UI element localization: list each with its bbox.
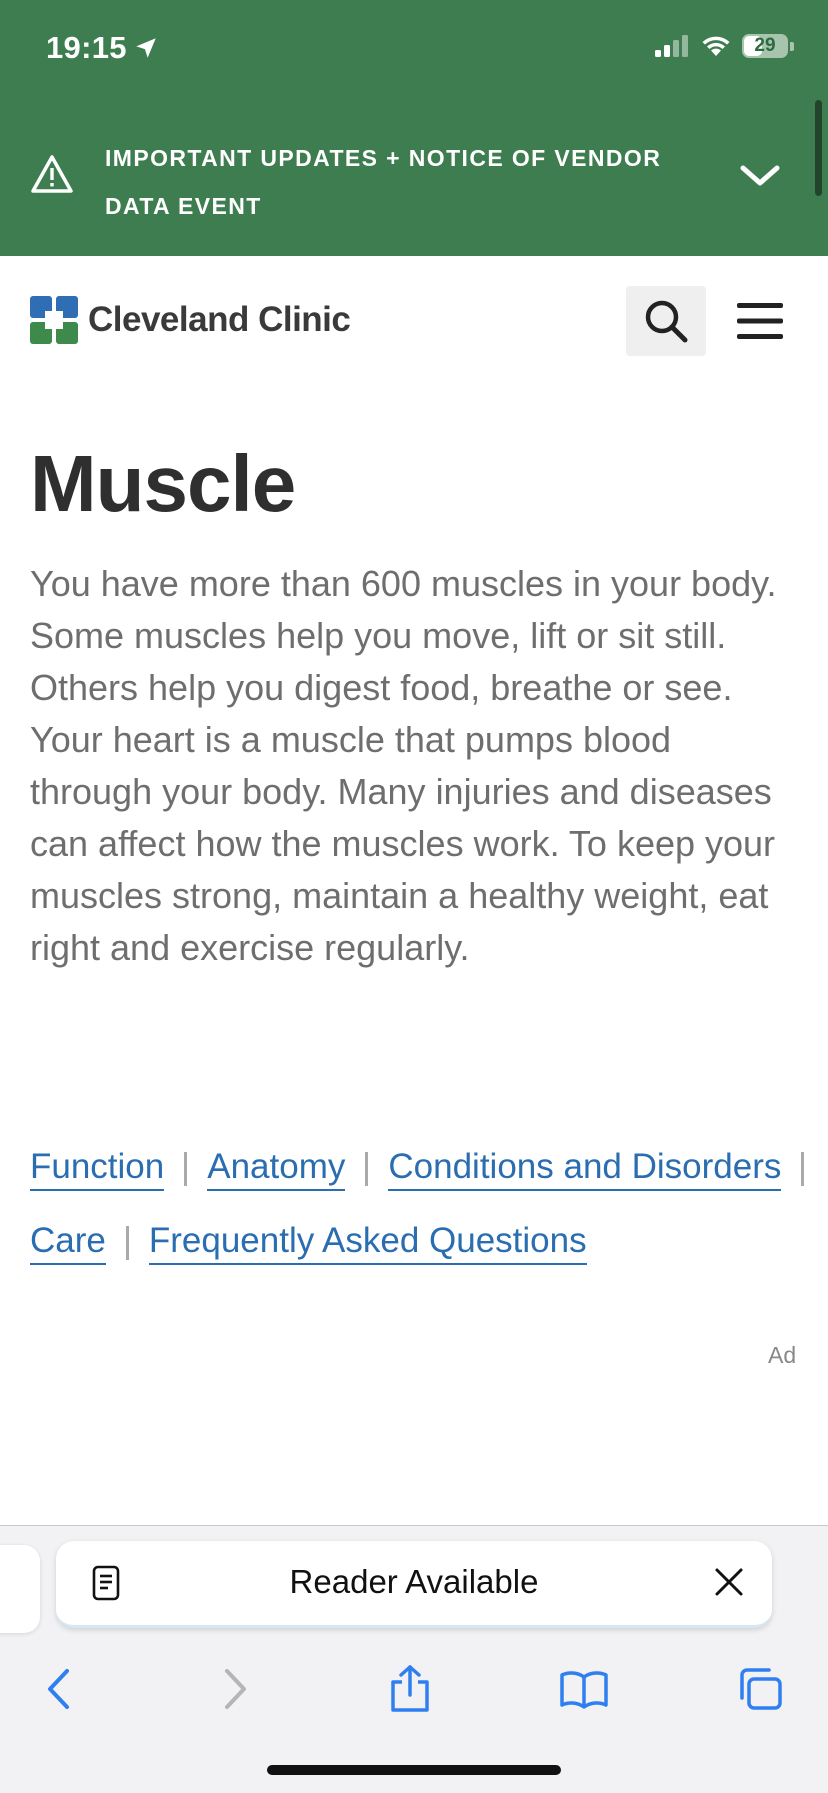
ad-label: Ad	[768, 1342, 797, 1368]
hamburger-menu-icon	[737, 303, 783, 339]
status-time-text: 19:15	[46, 30, 127, 65]
site-header: Cleveland Clinic	[0, 256, 828, 366]
site-logo[interactable]: Cleveland Clinic	[30, 296, 351, 344]
battery-icon: 29	[742, 34, 788, 58]
scroll-indicator	[815, 100, 822, 196]
toc-row: Function Anatomy Conditions and Disorder…	[30, 1132, 828, 1206]
home-indicator	[267, 1765, 561, 1775]
toc-separator	[801, 1152, 805, 1186]
reader-available-label: Reader Available	[289, 1563, 539, 1600]
bookmarks-button[interactable]	[554, 1654, 614, 1724]
notice-text: IMPORTANT UPDATES + NOTICE OF VENDOR DAT…	[105, 145, 662, 219]
location-arrow-icon	[136, 38, 156, 58]
toc-separator	[125, 1226, 129, 1260]
signal-icon	[655, 35, 688, 57]
article-section-nav: Function Anatomy Conditions and Disorder…	[30, 1132, 828, 1280]
wifi-icon	[702, 36, 730, 56]
chevron-down-icon[interactable]	[738, 160, 782, 190]
notice-banner[interactable]: IMPORTANT UPDATES + NOTICE OF VENDOR DAT…	[0, 124, 828, 256]
search-button[interactable]	[626, 286, 706, 356]
intro-paragraph: You have more than 600 muscles in your b…	[30, 563, 777, 968]
forward-button[interactable]	[206, 1654, 266, 1724]
menu-button[interactable]	[734, 296, 786, 346]
toc-separator	[184, 1152, 188, 1186]
page-title: Muscle	[30, 439, 296, 528]
top-banner-area: 19:15 29 IMPORTANT UPDATES + NOTICE OF V…	[0, 0, 828, 256]
search-icon	[645, 300, 688, 343]
toc-link-conditions[interactable]: Conditions and Disorders	[388, 1147, 782, 1191]
tabs-button[interactable]	[730, 1654, 790, 1724]
battery-tip	[790, 41, 794, 51]
status-time: 19:15	[46, 30, 159, 66]
toc-link-anatomy[interactable]: Anatomy	[207, 1147, 346, 1191]
tabs-icon	[740, 1668, 782, 1710]
toc-row: Care Frequently Asked Questions	[30, 1206, 828, 1280]
status-indicators: 29	[654, 34, 794, 58]
close-icon[interactable]	[714, 1567, 744, 1597]
toc-separator	[365, 1152, 369, 1186]
previous-tab-pill[interactable]	[0, 1545, 40, 1633]
reader-available-banner[interactable]: Reader Available	[56, 1541, 772, 1628]
bookmarks-icon	[560, 1671, 608, 1709]
safari-bottom-bar: Reader Available	[0, 1525, 828, 1793]
back-button[interactable]	[28, 1654, 88, 1724]
forward-icon	[225, 1669, 246, 1709]
toc-link-care[interactable]: Care	[30, 1221, 106, 1265]
toc-link-faq[interactable]: Frequently Asked Questions	[148, 1221, 587, 1265]
logo-text: Cleveland Clinic	[88, 300, 351, 339]
cleveland-clinic-logo-icon	[30, 296, 78, 344]
warning-triangle-icon	[31, 155, 73, 193]
toc-link-function[interactable]: Function	[30, 1147, 165, 1191]
share-button[interactable]	[380, 1654, 440, 1724]
battery-level: 29	[754, 35, 776, 56]
back-icon	[48, 1669, 69, 1709]
share-icon	[391, 1665, 429, 1712]
safari-toolbar	[0, 1654, 828, 1724]
